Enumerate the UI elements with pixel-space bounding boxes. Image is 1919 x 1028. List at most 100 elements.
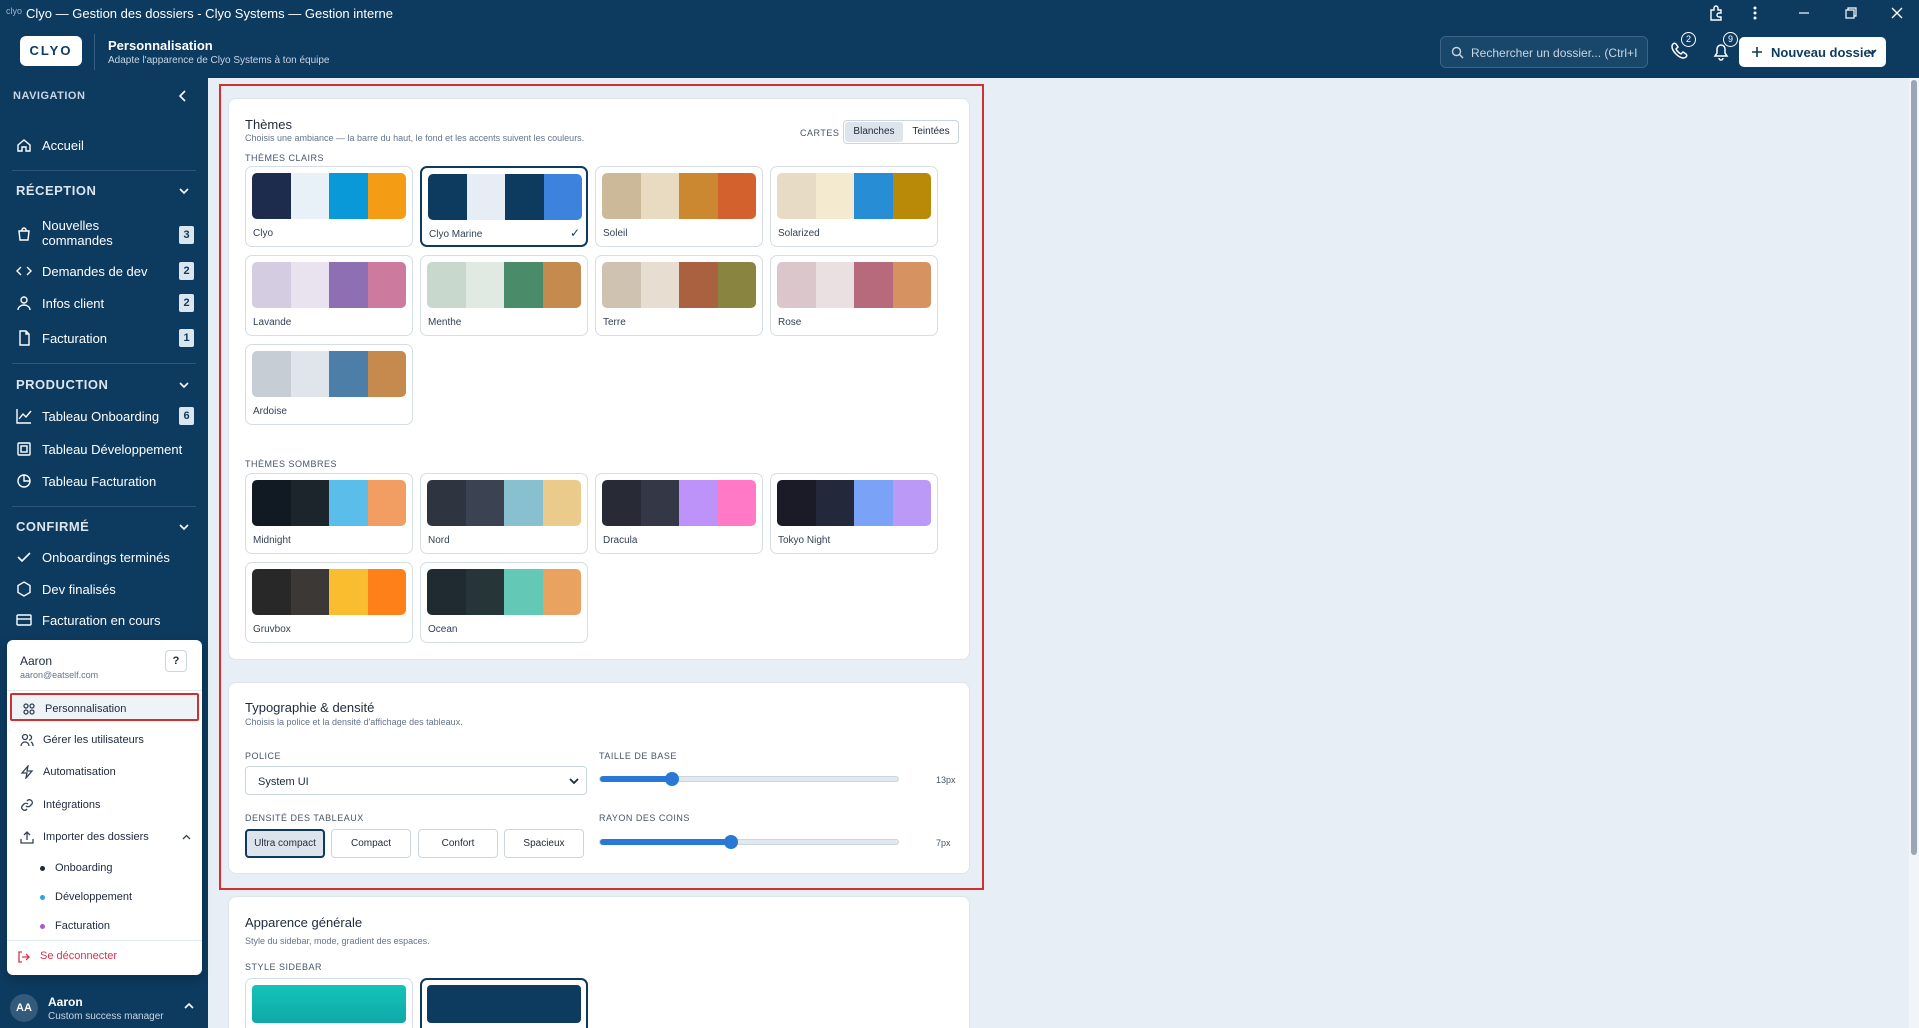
clyo-logo[interactable]: CLYO	[20, 36, 82, 66]
sidebar-item-label: Tableau Onboarding	[42, 409, 160, 424]
radius-label: RAYON DES COINS	[599, 813, 690, 823]
menu-item-label: Gérer les utilisateurs	[43, 734, 144, 746]
color-swatch	[815, 173, 854, 219]
count-badge: 6	[179, 407, 194, 425]
new-dossier-button[interactable]: Nouveau dossier	[1739, 37, 1886, 67]
chevron-up-icon[interactable]	[182, 834, 191, 840]
header-divider	[94, 34, 95, 70]
density-option-confort[interactable]: Confort	[418, 829, 498, 858]
sidebar-item-nouvelles-commandes[interactable]: Nouvelles commandes 3	[12, 214, 196, 254]
sidebar-item-dev-finalises[interactable]: Dev finalisés	[12, 576, 196, 602]
theme-card-tokyo-night[interactable]: Tokyo Night	[770, 473, 938, 554]
submenu-item-developpement[interactable]: Développement	[40, 891, 132, 903]
search-input[interactable]: Rechercher un dossier... (Ctrl+I	[1440, 36, 1648, 68]
menu-item-personnalisation[interactable]: Personnalisation	[10, 693, 199, 721]
chevron-down-icon[interactable]	[178, 379, 190, 391]
menu-item-gerer-utilisateurs[interactable]: Gérer les utilisateurs	[10, 726, 199, 754]
submenu-item-facturation[interactable]: Facturation	[40, 920, 110, 932]
slider-handle[interactable]	[664, 772, 679, 786]
notifications-button[interactable]: 9	[1706, 32, 1738, 66]
chevron-down-icon[interactable]	[178, 521, 190, 533]
section-production-heading[interactable]: PRODUCTION	[16, 377, 108, 392]
density-option-ultra-compact[interactable]: Ultra compact	[245, 829, 325, 858]
theme-card-gruvbox[interactable]: Gruvbox	[245, 562, 413, 643]
light-themes-heading: THÈMES CLAIRS	[245, 153, 325, 163]
theme-swatch	[427, 262, 581, 308]
page-scrollbar[interactable]	[1909, 78, 1919, 1028]
sidebar-item-facturation-en-cours[interactable]: Facturation en cours	[12, 607, 196, 633]
theme-card-dracula[interactable]: Dracula	[595, 473, 763, 554]
theme-card-lavande[interactable]: Lavande	[245, 255, 413, 336]
theme-name: Nord	[428, 535, 450, 546]
close-icon[interactable]	[1888, 4, 1906, 22]
menu-item-integrations[interactable]: Intégrations	[10, 791, 199, 819]
color-swatch	[290, 351, 329, 397]
theme-card-clyo[interactable]: Clyo	[245, 166, 413, 247]
scrollbar-thumb[interactable]	[1911, 80, 1917, 855]
font-select[interactable]: System UI	[245, 766, 587, 795]
chevron-down-icon[interactable]	[178, 185, 190, 197]
density-option-spacieux[interactable]: Spacieux	[504, 829, 584, 858]
logout-button[interactable]: Se déconnecter	[17, 950, 117, 964]
theme-card-clyo-marine[interactable]: Clyo Marine ✓	[420, 166, 588, 247]
sidebar-item-accueil[interactable]: Accueil	[12, 132, 196, 158]
logout-label: Se déconnecter	[40, 950, 118, 962]
color-swatch	[892, 480, 931, 526]
sidebar-divider	[12, 170, 196, 171]
sidebar-item-tableau-developpement[interactable]: Tableau Développement	[12, 436, 196, 462]
theme-card-terre[interactable]: Terre	[595, 255, 763, 336]
dark-themes-heading: THÈMES SOMBRES	[245, 459, 338, 469]
theme-card-menthe[interactable]: Menthe	[420, 255, 588, 336]
section-confirme-heading[interactable]: CONFIRMÉ	[16, 519, 89, 534]
sidebar-item-facturation[interactable]: Facturation 1	[12, 325, 196, 351]
sidebar-style-solid-option[interactable]	[420, 978, 588, 1028]
sidebar-item-infos-client[interactable]: Infos client 2	[12, 290, 196, 316]
extensions-icon[interactable]	[1707, 4, 1725, 22]
base-size-slider[interactable]	[599, 772, 899, 786]
color-swatch	[717, 262, 756, 308]
cards-toggle: Blanches Teintées	[843, 120, 959, 144]
theme-card-rose[interactable]: Rose	[770, 255, 938, 336]
home-icon	[17, 139, 31, 152]
submenu-item-onboarding[interactable]: Onboarding	[40, 862, 113, 874]
menu-item-importer-dossiers[interactable]: Importer des dossiers	[10, 823, 199, 851]
calls-button[interactable]: 2	[1664, 32, 1696, 66]
window-title: Clyo — Gestion des dossiers - Clyo Syste…	[26, 6, 394, 21]
more-menu-icon[interactable]	[1746, 4, 1764, 22]
theme-name: Dracula	[603, 535, 638, 546]
theme-card-ocean[interactable]: Ocean	[420, 562, 588, 643]
restore-icon[interactable]	[1842, 4, 1860, 22]
chevron-up-icon[interactable]	[184, 1002, 194, 1010]
color-swatch	[367, 173, 406, 219]
radius-slider[interactable]	[599, 835, 899, 849]
theme-card-nord[interactable]: Nord	[420, 473, 588, 554]
sidebar-item-tableau-onboarding[interactable]: Tableau Onboarding 6	[12, 403, 196, 429]
status-dot	[40, 924, 45, 929]
sidebar-item-tableau-facturation[interactable]: Tableau Facturation	[12, 468, 196, 494]
theme-card-soleil[interactable]: Soleil	[595, 166, 763, 247]
cards-option-teintees[interactable]: Teintées	[904, 122, 958, 142]
minimize-icon[interactable]	[1795, 4, 1813, 22]
sidebar-item-demandes-dev[interactable]: Demandes de dev 2	[12, 258, 196, 284]
theme-card-midnight[interactable]: Midnight	[245, 473, 413, 554]
density-option-compact[interactable]: Compact	[331, 829, 411, 858]
slider-handle[interactable]	[724, 835, 739, 849]
sidebar-style-gradient-option[interactable]	[245, 978, 413, 1028]
help-button[interactable]: ?	[165, 650, 187, 672]
check-icon	[17, 552, 31, 563]
menu-item-automatisation[interactable]: Automatisation	[10, 758, 199, 786]
cards-option-blanches[interactable]: Blanches	[845, 122, 903, 142]
sidebar-item-label: Demandes de dev	[42, 264, 148, 279]
section-reception-heading[interactable]: RÉCEPTION	[16, 183, 96, 198]
theme-card-solarized[interactable]: Solarized	[770, 166, 938, 247]
user-footer[interactable]: AA Aaron Custom success manager	[0, 984, 208, 1028]
sidebar-item-onboardings-termines[interactable]: Onboardings terminés	[12, 544, 196, 570]
sidebar-item-label: Dev finalisés	[42, 582, 116, 597]
theme-card-ardoise[interactable]: Ardoise	[245, 344, 413, 425]
code-icon	[16, 266, 32, 276]
collapse-sidebar-icon[interactable]	[178, 90, 188, 102]
pie-chart-icon	[17, 474, 31, 488]
status-dot	[40, 866, 45, 871]
theme-swatch	[252, 262, 406, 308]
page-subtitle: Adapte l'apparence de Clyo Systems à ton…	[108, 55, 330, 66]
